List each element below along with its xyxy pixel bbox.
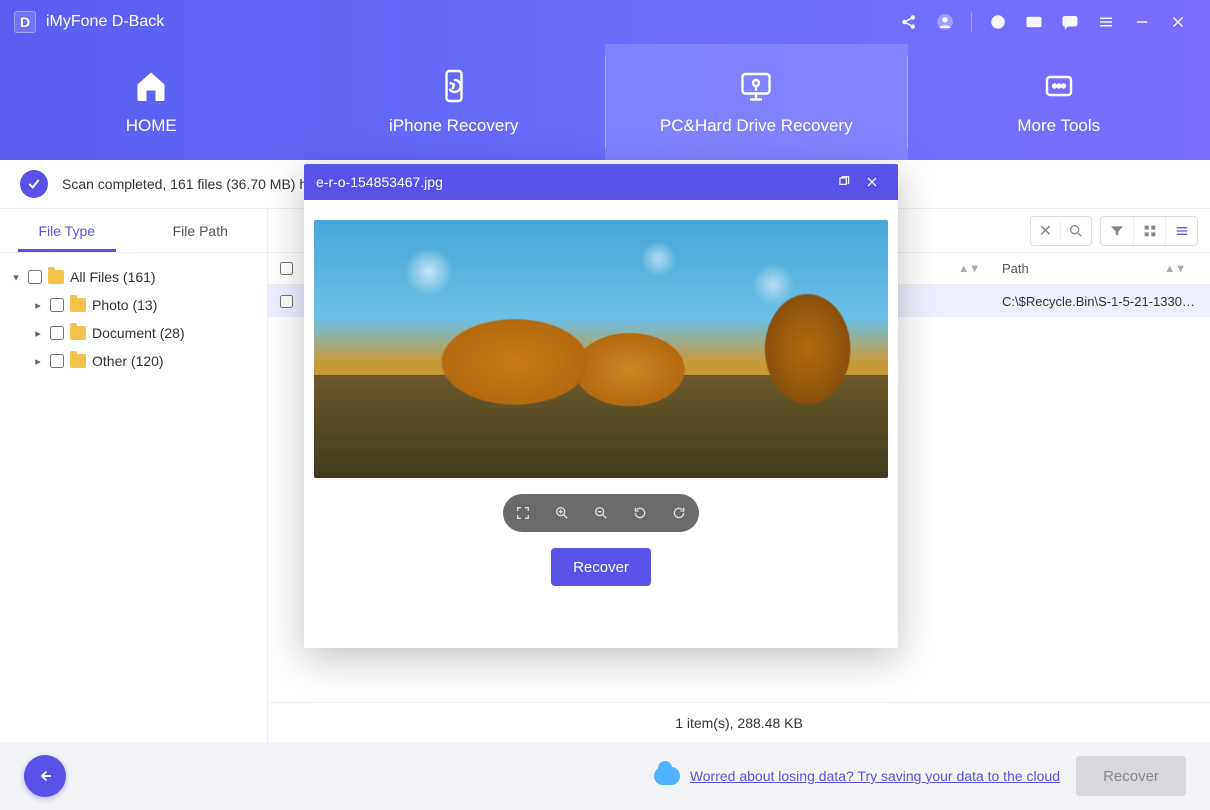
preview-dialog: e-r-o-154853467.jpg Recover	[304, 164, 898, 648]
bottom-bar: Worred about losing data? Try saving you…	[0, 742, 1210, 810]
folder-icon	[70, 326, 86, 340]
status-text: Scan completed, 161 files (36.70 MB) h	[62, 176, 307, 192]
tab-home[interactable]: HOME	[0, 44, 303, 160]
tab-more-label: More Tools	[1017, 116, 1100, 136]
grid-view-icon[interactable]	[1133, 217, 1165, 245]
tree-other-checkbox[interactable]	[50, 354, 64, 368]
tab-home-label: HOME	[126, 116, 177, 136]
chevron-right-icon[interactable]: ▸	[32, 355, 44, 368]
tree-all-checkbox[interactable]	[28, 270, 42, 284]
tree-photo-label: Photo (13)	[92, 297, 157, 313]
preview-header[interactable]: e-r-o-154853467.jpg	[304, 164, 898, 200]
search-box: ✕	[1030, 216, 1092, 246]
tab-pc[interactable]: PC&Hard Drive Recovery	[605, 44, 908, 160]
view-buttons	[1100, 216, 1198, 246]
filter-icon[interactable]	[1101, 217, 1133, 245]
col-path[interactable]: Path▲▼	[992, 261, 1198, 276]
cloud-link[interactable]: Worred about losing data? Try saving you…	[654, 767, 1060, 785]
menu-icon[interactable]	[1092, 8, 1120, 36]
list-view-icon[interactable]	[1165, 217, 1197, 245]
zoom-in-icon[interactable]	[549, 500, 575, 526]
folder-icon	[70, 354, 86, 368]
tab-more[interactable]: More Tools	[908, 44, 1210, 160]
folder-icon	[70, 298, 86, 312]
search-icon[interactable]	[1061, 223, 1091, 239]
tree-document[interactable]: ▸ Document (28)	[32, 319, 257, 347]
zoom-out-icon[interactable]	[588, 500, 614, 526]
close-icon[interactable]	[1164, 8, 1192, 36]
list-footer: 1 item(s), 288.48 KB	[268, 702, 1210, 742]
row-path: C:\$Recycle.Bin\S-1-5-21-133012...	[992, 294, 1198, 309]
app-logo: D	[14, 11, 36, 33]
minimize-icon[interactable]	[1128, 8, 1156, 36]
account-icon[interactable]	[931, 8, 959, 36]
preview-recover-button[interactable]: Recover	[551, 548, 651, 586]
app-title: iMyFone D-Back	[46, 13, 164, 31]
chevron-down-icon[interactable]: ▾	[10, 271, 22, 284]
tree-all-files[interactable]: ▾ All Files (161)	[10, 263, 257, 291]
mail-icon[interactable]	[1020, 8, 1048, 36]
tree-other[interactable]: ▸ Other (120)	[32, 347, 257, 375]
rotate-right-icon[interactable]	[666, 500, 692, 526]
share-icon[interactable]	[895, 8, 923, 36]
sort-icon[interactable]: ▲▼	[1164, 263, 1198, 275]
select-all-checkbox[interactable]	[280, 262, 293, 275]
rotate-left-icon[interactable]	[627, 500, 653, 526]
sidebar-tab-file-type[interactable]: File Type	[0, 209, 134, 252]
sort-icon[interactable]: ▲▼	[958, 263, 992, 275]
settings-icon[interactable]	[984, 8, 1012, 36]
recover-button[interactable]: Recover	[1076, 756, 1186, 796]
main-nav: HOME iPhone Recovery PC&Hard Drive Recov…	[0, 44, 1210, 160]
chevron-right-icon[interactable]: ▸	[32, 299, 44, 312]
tab-iphone-label: iPhone Recovery	[389, 116, 518, 136]
chevron-right-icon[interactable]: ▸	[32, 327, 44, 340]
sidebar-tab-file-path[interactable]: File Path	[134, 209, 268, 252]
feedback-icon[interactable]	[1056, 8, 1084, 36]
preview-image	[314, 220, 888, 478]
tab-pc-label: PC&Hard Drive Recovery	[660, 116, 853, 136]
row-checkbox[interactable]	[280, 295, 293, 308]
tree-all-label: All Files (161)	[70, 269, 156, 285]
tree-photo[interactable]: ▸ Photo (13)	[32, 291, 257, 319]
preview-close-icon[interactable]	[858, 168, 886, 196]
clear-search-icon[interactable]: ✕	[1031, 221, 1061, 241]
titlebar: D iMyFone D-Back	[0, 0, 1210, 44]
folder-icon	[48, 270, 64, 284]
tree-photo-checkbox[interactable]	[50, 298, 64, 312]
preview-controls	[503, 494, 699, 532]
preview-restore-icon[interactable]	[830, 168, 858, 196]
back-button[interactable]	[24, 755, 66, 797]
tree-document-label: Document (28)	[92, 325, 185, 341]
cloud-link-text: Worred about losing data? Try saving you…	[690, 768, 1060, 784]
check-icon	[20, 170, 48, 198]
preview-filename: e-r-o-154853467.jpg	[316, 174, 443, 190]
sidebar-tabs: File Type File Path	[0, 209, 267, 253]
tree-document-checkbox[interactable]	[50, 326, 64, 340]
tree-other-label: Other (120)	[92, 353, 164, 369]
fullscreen-icon[interactable]	[510, 500, 536, 526]
cloud-icon	[654, 767, 680, 785]
file-tree: ▾ All Files (161) ▸ Photo (13) ▸	[0, 253, 267, 385]
tab-iphone[interactable]: iPhone Recovery	[303, 44, 606, 160]
sidebar: File Type File Path ▾ All Files (161) ▸ …	[0, 209, 268, 742]
